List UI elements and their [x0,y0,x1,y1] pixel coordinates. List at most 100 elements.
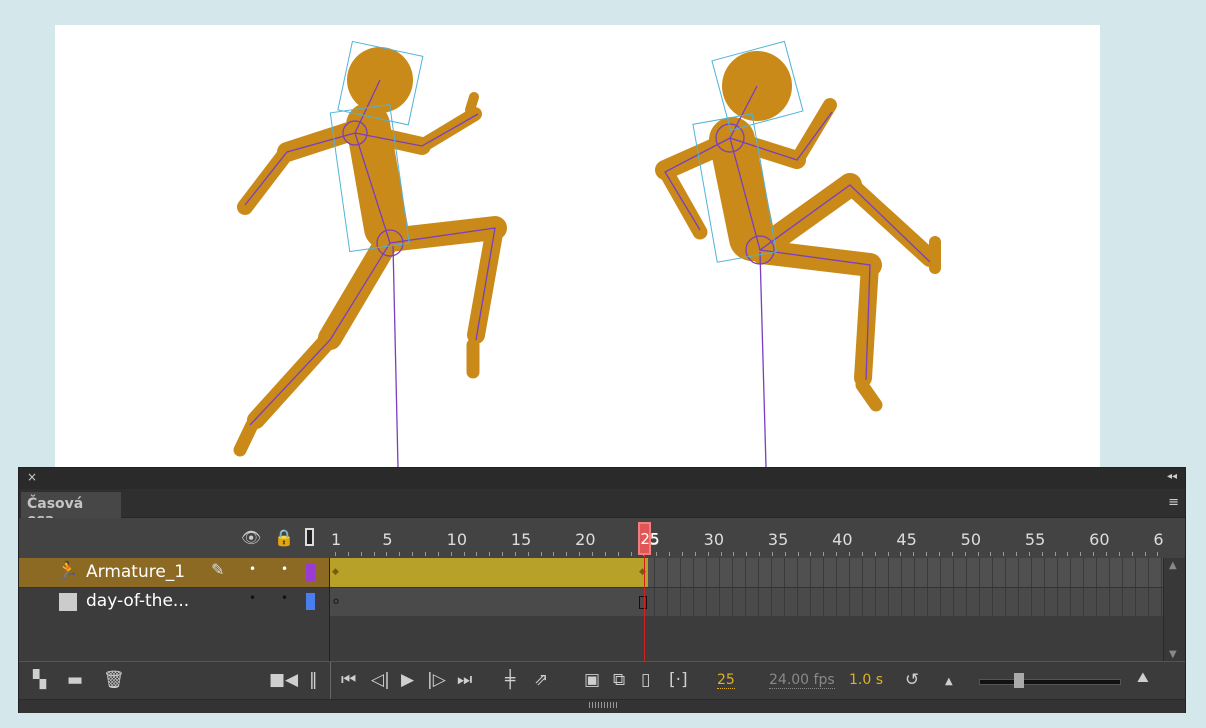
undo-loop-icon[interactable]: ↺ [905,670,919,690]
ruler-label: 60 [1089,530,1110,549]
onion-skin-icon[interactable]: ▣ [584,670,600,690]
timeline-panel: × ◂◂ Časová osa ≡ 👁 🔒 151015202530354045… [18,467,1186,713]
panel-menu-icon[interactable]: ≡ [1168,495,1179,510]
ruler-tick [938,552,940,556]
ruler-tick [502,552,504,556]
new-layer-icon[interactable]: ▚ [33,670,46,690]
zoom-in-icon[interactable]: ⛰ [1137,670,1149,686]
ruler-tick [1003,552,1005,556]
frame-end-icon [639,596,647,609]
ruler-tick [810,552,812,556]
layer-row[interactable]: 🏃 Armature_1 ✎ • • ◆ ◆ [19,558,1185,587]
ruler-tick [347,552,349,556]
play-icon[interactable]: ▶ [401,670,414,690]
ruler-tick [733,552,735,556]
blank-keyframe-icon: o [333,596,340,607]
ruler-tick [861,552,863,556]
eye-icon[interactable]: 👁 [241,528,261,547]
ruler-tick [463,552,465,556]
ruler-label: 35 [767,530,789,549]
ruler-label: 50 [960,530,981,549]
onion-markers-icon[interactable]: [·] [669,670,688,690]
ruler-tick [1106,552,1107,556]
ruler-tick [707,552,709,556]
ruler-tick [592,552,593,556]
ruler-tick [913,552,915,556]
ruler-tick [900,552,902,556]
ruler-tick [450,552,452,556]
ruler-label: 45 [896,530,917,549]
elapsed-time[interactable]: 1.0 s [849,672,883,688]
stage-canvas[interactable] [55,25,1100,468]
close-icon[interactable]: × [27,470,37,484]
resize-grip[interactable] [19,699,1185,713]
collapse-icon[interactable]: ◂◂ [1167,471,1177,482]
frame-span[interactable] [330,558,648,587]
ruler-label: 5 [382,530,393,549]
ruler-tick [964,552,966,556]
frames-track[interactable]: o [330,588,1163,616]
center-frame-icon[interactable]: ╪ [505,670,515,690]
ruler-tick [424,552,426,556]
ruler-tick [771,552,773,556]
layer-color-swatch[interactable] [306,564,315,581]
ruler-tick [823,552,825,556]
armature-icon: 🏃 [57,561,79,581]
next-frame-icon[interactable]: |▷ [427,670,446,690]
loop-icon[interactable]: ⇗ [534,670,548,690]
slider-handle[interactable] [1014,673,1024,688]
timeline-toolbar: ▚ ▬ 🗑 ■◀ ‖ ⏮ ◁| ▶ |▷ ⏭ ╪ ⇗ ▣ ⧉ ▯ [·] 25 … [19,661,1185,700]
frame-rate[interactable]: 24.00 fps [769,672,835,689]
ruler-tick [579,552,581,556]
frame-ruler[interactable]: 1510152025303540455055606 [330,518,1163,558]
zoom-out-icon[interactable]: ▲ [945,676,953,687]
prev-frame-icon[interactable]: ◁| [371,670,390,690]
frames-track[interactable]: ◆ ◆ [330,558,1163,587]
ruler-tick [694,552,696,556]
ruler-tick [1118,552,1120,556]
lock-icon[interactable]: 🔒 [274,528,294,547]
ruler-tick [476,552,478,556]
ruler-tick [386,552,388,556]
visibility-dot[interactable]: • [249,591,256,605]
trash-icon[interactable]: 🗑 [103,670,125,690]
ruler-tick [1041,552,1043,556]
last-frame-icon[interactable]: ⏭ [457,670,472,690]
onion-outline-icon[interactable]: ⧉ [613,670,625,690]
new-folder-icon[interactable]: ▬ [67,670,83,690]
ruler-tick [849,552,850,556]
ruler-label: 1 [331,530,342,549]
frame-span[interactable] [330,588,648,616]
layer-row[interactable]: day-of-the... • • o [19,587,1185,616]
lock-dot[interactable]: • [281,562,288,576]
layer-color-swatch[interactable] [306,593,315,610]
ruler-tick [784,552,786,556]
lock-dot[interactable]: • [281,591,288,605]
ruler-tick [720,552,722,556]
ruler-label: 20 [575,530,596,549]
first-frame-icon[interactable]: ⏮ [341,670,356,690]
timeline-header: 👁 🔒 1510152025303540455055606 [19,518,1185,558]
zoom-slider[interactable] [979,673,1121,688]
layer-icon [59,593,77,611]
ruler-tick [630,552,632,556]
edit-multiple-icon[interactable]: ▯ [641,670,650,690]
visibility-dot[interactable]: • [249,562,256,576]
outline-icon[interactable] [305,528,314,546]
keyframe-icon: ◆ [332,567,339,577]
layer-name[interactable]: Armature_1 [86,562,185,582]
figure-left [233,92,507,457]
playhead[interactable]: 25 [638,522,659,555]
ruler-tick [540,552,542,556]
layer-name[interactable]: day-of-the... [86,591,189,611]
current-frame[interactable]: 25 [717,672,735,689]
ruler-tick [437,552,439,556]
ruler-tick [360,552,362,556]
vertical-scrollbar[interactable]: ▲ ▼ [1163,558,1185,662]
camera-icon[interactable]: ■◀ [269,670,298,690]
tab-timeline[interactable]: Časová osa [21,492,121,528]
ruler-tick [681,552,683,556]
ruler-tick [1080,552,1082,556]
layer-depth-icon[interactable]: ‖ [309,670,318,690]
ruler-tick [836,552,838,556]
